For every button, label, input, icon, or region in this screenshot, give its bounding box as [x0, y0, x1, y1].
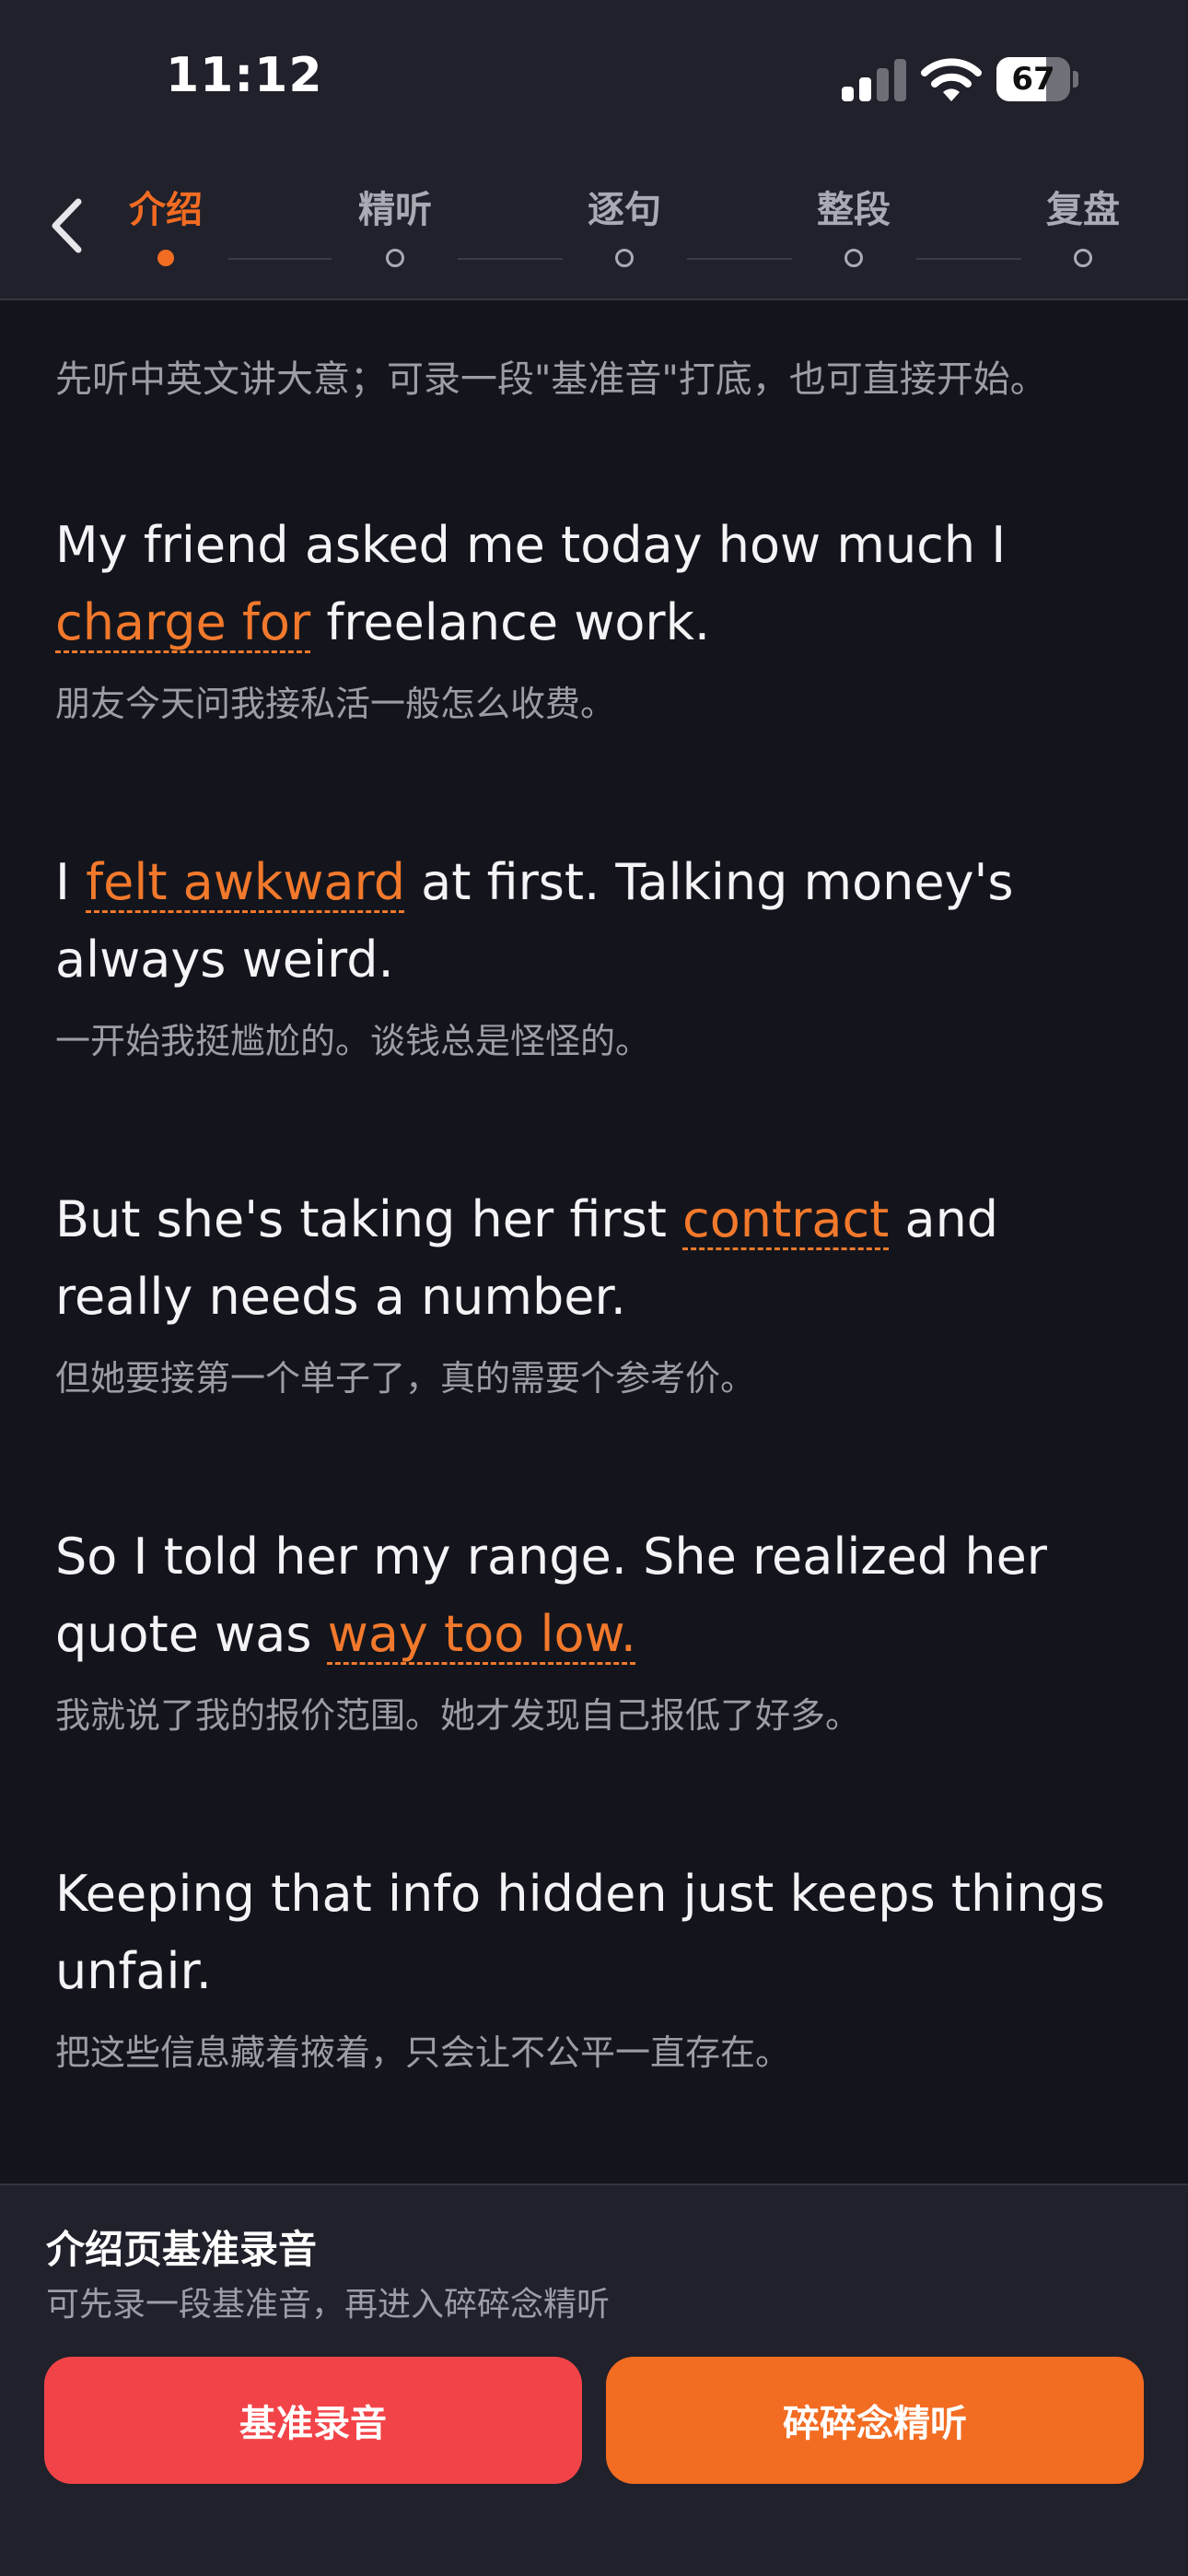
- battery-icon: 67: [996, 57, 1078, 101]
- tab-connector: [228, 258, 332, 260]
- tab-review[interactable]: 复盘: [1009, 182, 1157, 284]
- sentence-english: My friend asked me today how much I char…: [55, 507, 1142, 662]
- sentence-english: So I told her my range. She realized her…: [55, 1518, 1142, 1673]
- sentence-text: freelance work.: [310, 593, 711, 651]
- panel-title: 介绍页基准录音: [46, 2227, 318, 2272]
- baseline-recording-panel: 介绍页基准录音 可先录一段基准音，再进入碎碎念精听 基准录音 碎碎念精听: [0, 2184, 1188, 2576]
- phrase-highlight[interactable]: felt awkward: [86, 853, 405, 911]
- tab-step-dot: [1074, 249, 1092, 267]
- phrase-highlight[interactable]: contract: [682, 1190, 889, 1248]
- back-button[interactable]: [41, 192, 92, 260]
- sentence-item: Keeping that info hidden just keeps thin…: [55, 1856, 1142, 2078]
- sentence-item: So I told her my range. She realized her…: [55, 1518, 1142, 1741]
- tab-sentence-by-sentence[interactable]: 逐句: [551, 182, 698, 284]
- sentence-text: Keeping that info hidden just keeps thin…: [55, 1865, 1105, 2000]
- tab-full-paragraph[interactable]: 整段: [780, 182, 927, 284]
- tab-step-dot: [844, 249, 863, 267]
- sentence-text: I: [55, 853, 87, 911]
- intro-text: 先听中英文讲大意；可录一段"基准音"打底，也可直接开始。: [55, 358, 1047, 401]
- tab-label: 整段: [817, 189, 891, 231]
- phrase-highlight[interactable]: charge for: [55, 593, 310, 651]
- wifi-icon: [921, 57, 982, 103]
- phrase-highlight[interactable]: way too low.: [328, 1605, 636, 1663]
- intensive-listening-button[interactable]: 碎碎念精听: [606, 2357, 1144, 2484]
- sentence-english: I felt awkward at first. Talking money's…: [55, 844, 1142, 999]
- tab-connector: [916, 258, 1021, 260]
- sentence-translation: 我就说了我的报价范围。她才发现自己报低了好多。: [55, 1695, 861, 1736]
- sentence-english: But she's taking her first contract and …: [55, 1181, 1142, 1336]
- baseline-record-button[interactable]: 基准录音: [44, 2357, 582, 2484]
- sentence-translation: 朋友今天问我接私活一般怎么收费。: [55, 684, 616, 724]
- tab-step-dot: [386, 249, 404, 267]
- tab-connector: [687, 258, 792, 260]
- sentence-item: My friend asked me today how much I char…: [55, 507, 1142, 730]
- tab-label: 逐句: [588, 189, 661, 231]
- sentence-text: But she's taking her first: [55, 1190, 683, 1248]
- chevron-left-icon: [52, 198, 82, 253]
- panel-subtitle: 可先录一段基准音，再进入碎碎念精听: [46, 2286, 611, 2324]
- tab-label: 复盘: [1046, 189, 1120, 231]
- top-header: 11:12 67 介绍 精听 逐句 整段 复盘: [0, 0, 1188, 300]
- tab-step-dot: [615, 249, 634, 267]
- tab-label: 精听: [358, 189, 432, 231]
- sentence-english: Keeping that info hidden just keeps thin…: [55, 1856, 1142, 2010]
- battery-level: 67: [1011, 61, 1055, 98]
- sentence-item: I felt awkward at first. Talking money's…: [55, 844, 1142, 1067]
- sentence-translation: 但她要接第一个单子了，真的需要个参考价。: [55, 1358, 756, 1399]
- sentence-translation: 一开始我挺尴尬的。谈钱总是怪怪的。: [55, 1021, 651, 1061]
- tab-connector: [458, 258, 563, 260]
- tab-label: 介绍: [129, 189, 203, 231]
- sentence-item: But she's taking her first contract and …: [55, 1181, 1142, 1404]
- sentence-text: My friend asked me today how much I: [55, 516, 1007, 574]
- tab-step-dot: [157, 250, 174, 266]
- tab-intro[interactable]: 介绍: [92, 182, 239, 284]
- battery-cap: [1073, 71, 1078, 88]
- sentence-translation: 把这些信息藏着掖着，只会让不公平一直存在。: [55, 2032, 791, 2073]
- status-time: 11:12: [166, 48, 323, 103]
- tab-intensive-listening[interactable]: 精听: [321, 182, 469, 284]
- battery-body: 67: [996, 57, 1070, 101]
- cellular-signal-icon: [842, 59, 906, 101]
